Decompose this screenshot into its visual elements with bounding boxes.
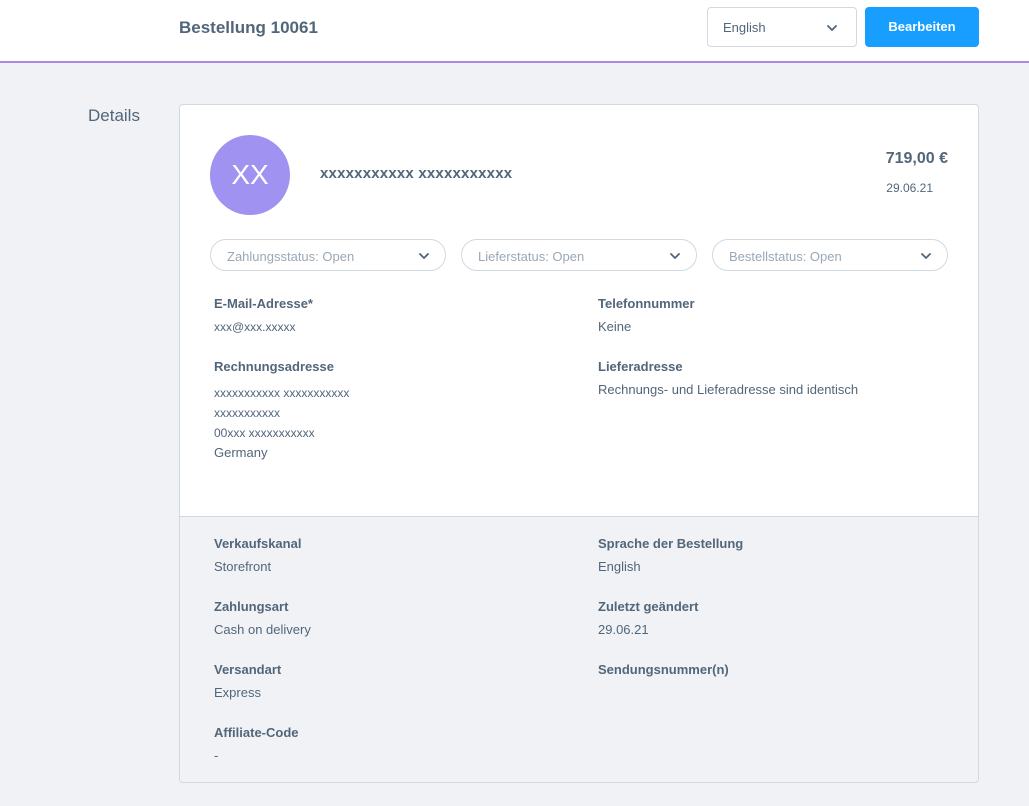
shipping-address-value: Rechnungs- und Lieferadresse sind identi…: [598, 382, 859, 397]
edit-button[interactable]: Bearbeiten: [865, 7, 979, 47]
delivery-status-value: Lieferstatus: Open: [478, 249, 585, 264]
chevron-down-icon: [826, 21, 838, 39]
email-value: xxx@xxx.xxxxx: [214, 320, 296, 334]
chevron-down-icon: [418, 249, 430, 267]
section-label-details: Details: [88, 106, 140, 125]
order-meta-section: Verkaufskanal Storefront Sprache der Bes…: [180, 516, 978, 782]
delivery-status-select[interactable]: Lieferstatus: Open: [461, 239, 697, 271]
chevron-down-icon: [920, 249, 932, 267]
order-details-card: XX xxxxxxxxxxx xxxxxxxxxxx 719,00 € 29.0…: [179, 104, 979, 783]
affiliate-code-label: Affiliate-Code: [214, 725, 299, 740]
sales-channel-value: Storefront: [214, 559, 272, 574]
payment-method-label: Zahlungsart: [214, 599, 289, 614]
order-status-value: Bestellstatus: Open: [729, 249, 842, 264]
order-language-label: Sprache der Bestellung: [598, 536, 744, 551]
language-select[interactable]: English: [707, 7, 857, 47]
phone-label: Telefonnummer: [598, 296, 695, 311]
order-date: 29.06.21: [886, 181, 933, 195]
language-select-value: English: [723, 20, 766, 35]
billing-address-line: 00xxx xxxxxxxxxxx: [214, 426, 315, 440]
email-label: E-Mail-Adresse*: [214, 296, 313, 311]
tracking-codes-label: Sendungsnummer(n): [598, 662, 729, 677]
order-status-select[interactable]: Bestellstatus: Open: [712, 239, 948, 271]
affiliate-code-value: -: [214, 748, 219, 763]
shipping-address-label: Lieferadresse: [598, 359, 683, 374]
page-title: Bestellung 10061: [179, 18, 318, 37]
payment-method-value: Cash on delivery: [214, 622, 311, 637]
shipping-method-value: Express: [214, 685, 261, 700]
phone-value: Keine: [598, 319, 632, 334]
top-bar: Bestellung 10061 English Bearbeiten: [0, 0, 1029, 63]
shipping-method-label: Versandart: [214, 662, 282, 677]
chevron-down-icon: [669, 249, 681, 267]
order-language-value: English: [598, 559, 641, 574]
avatar: XX: [210, 135, 290, 215]
last-changed-value: 29.06.21: [598, 622, 649, 637]
order-total: 719,00 €: [885, 150, 948, 167]
billing-address-line: xxxxxxxxxxx: [214, 406, 280, 420]
billing-address-label: Rechnungsadresse: [214, 359, 334, 374]
last-changed-label: Zuletzt geändert: [598, 599, 699, 614]
customer-name: xxxxxxxxxxx xxxxxxxxxxx: [320, 165, 513, 182]
billing-address-line: Germany: [214, 445, 268, 460]
payment-status-value: Zahlungsstatus: Open: [227, 249, 355, 264]
billing-address-line: xxxxxxxxxxx xxxxxxxxxxx: [214, 386, 350, 400]
payment-status-select[interactable]: Zahlungsstatus: Open: [210, 239, 446, 271]
sales-channel-label: Verkaufskanal: [214, 536, 302, 551]
